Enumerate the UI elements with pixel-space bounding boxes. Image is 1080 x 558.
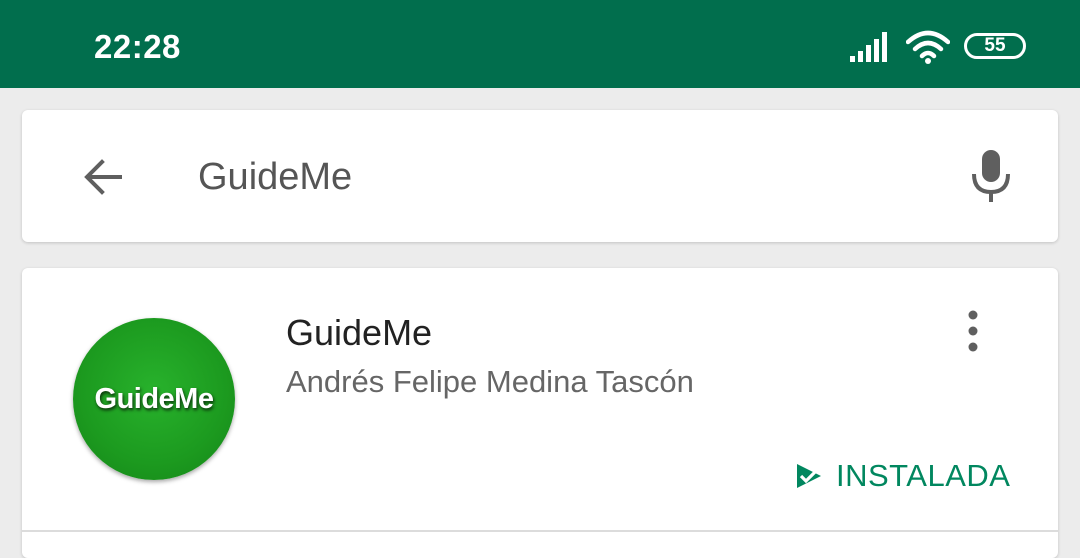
install-status: INSTALADA [794, 456, 1010, 496]
battery-indicator: 55 [964, 33, 1026, 59]
divider [22, 530, 1058, 532]
app-logo[interactable]: GuideMe [73, 318, 235, 480]
wifi-icon [906, 30, 950, 64]
more-vert-icon[interactable] [960, 310, 986, 352]
status-bar: 22:28 55 [0, 0, 1080, 88]
app-result-card[interactable]: GuideMe GuideMe Andrés Felipe Medina Tas… [22, 268, 1058, 558]
search-input[interactable]: GuideMe [198, 156, 352, 199]
arrow-back-icon[interactable] [80, 154, 126, 200]
signal-icon [850, 32, 887, 62]
search-bar: GuideMe [22, 110, 1058, 242]
app-logo-text: GuideMe [94, 382, 214, 415]
installed-check-icon [797, 464, 821, 488]
status-time: 22:28 [94, 28, 181, 65]
app-developer[interactable]: Andrés Felipe Medina Tascón [286, 364, 694, 400]
mic-icon[interactable] [968, 148, 1014, 204]
app-title[interactable]: GuideMe [286, 312, 432, 354]
install-status-label: INSTALADA [836, 458, 1011, 493]
battery-level: 55 [984, 35, 1006, 56]
